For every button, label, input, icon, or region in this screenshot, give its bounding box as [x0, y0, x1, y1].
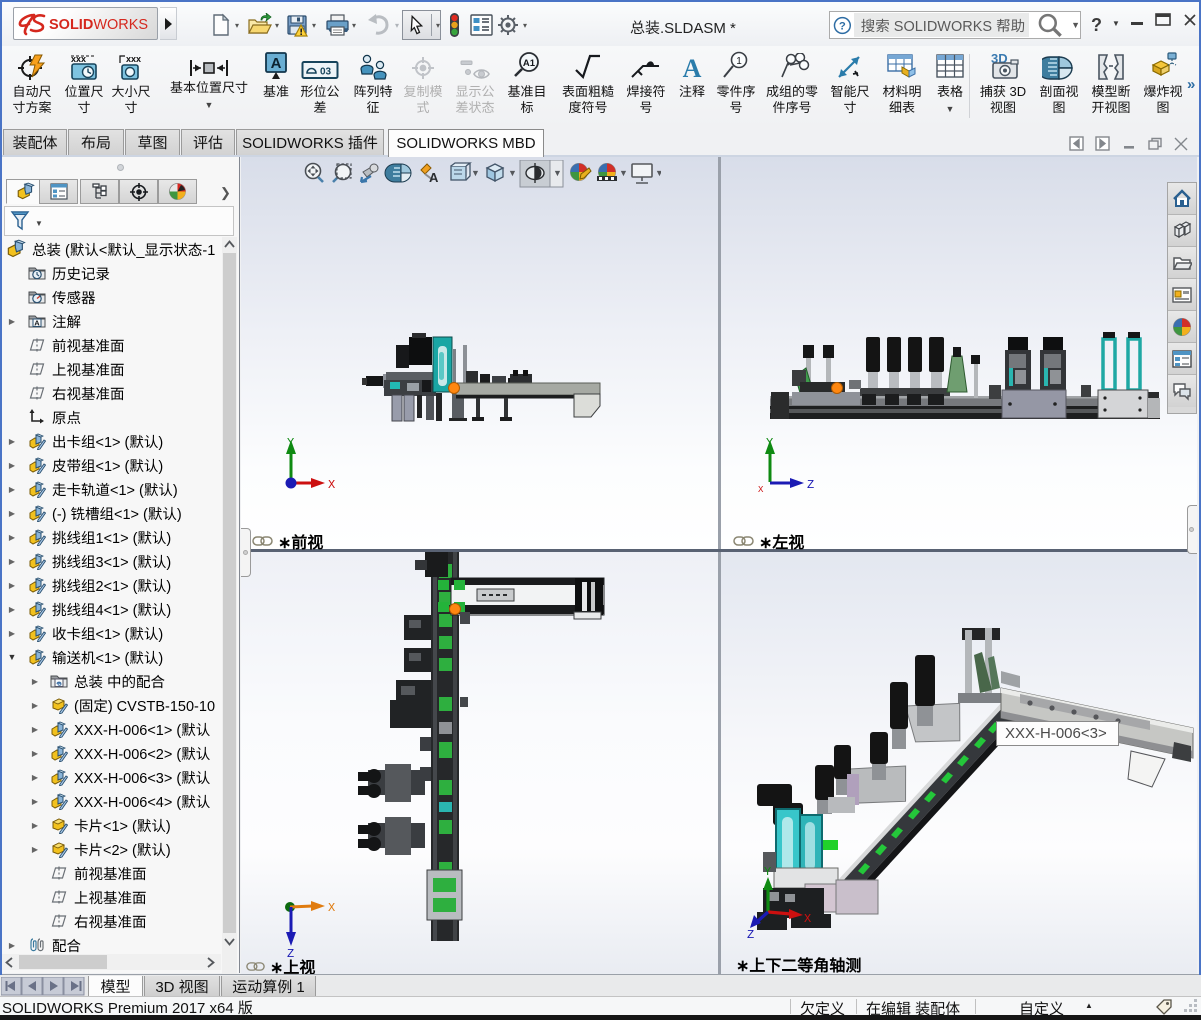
svg-text:03: 03	[320, 67, 332, 78]
svg-text:X: X	[804, 912, 811, 926]
svg-text:X: X	[328, 901, 335, 915]
svg-text:X: X	[758, 485, 764, 494]
svg-text:A: A	[271, 55, 282, 72]
svg-text:Z: Z	[747, 928, 754, 940]
svg-text:▼: ▼	[655, 168, 661, 178]
svg-text:A: A	[429, 170, 439, 185]
svg-text:Y: Y	[764, 865, 771, 879]
svg-text:?: ?	[839, 20, 846, 32]
svg-text:Z: Z	[807, 478, 814, 492]
svg-text:▼: ▼	[619, 168, 628, 178]
svg-text:▼: ▼	[508, 168, 517, 178]
svg-text:▼: ▼	[471, 168, 480, 178]
svg-text:A: A	[683, 54, 702, 81]
svg-text:X: X	[328, 478, 335, 492]
svg-text:1: 1	[736, 56, 742, 67]
svg-text:xxx: xxx	[126, 54, 141, 64]
svg-text:SOLIDWORKS: SOLIDWORKS	[49, 17, 148, 33]
svg-text:A1: A1	[523, 58, 536, 69]
svg-text:▼: ▼	[553, 168, 562, 178]
